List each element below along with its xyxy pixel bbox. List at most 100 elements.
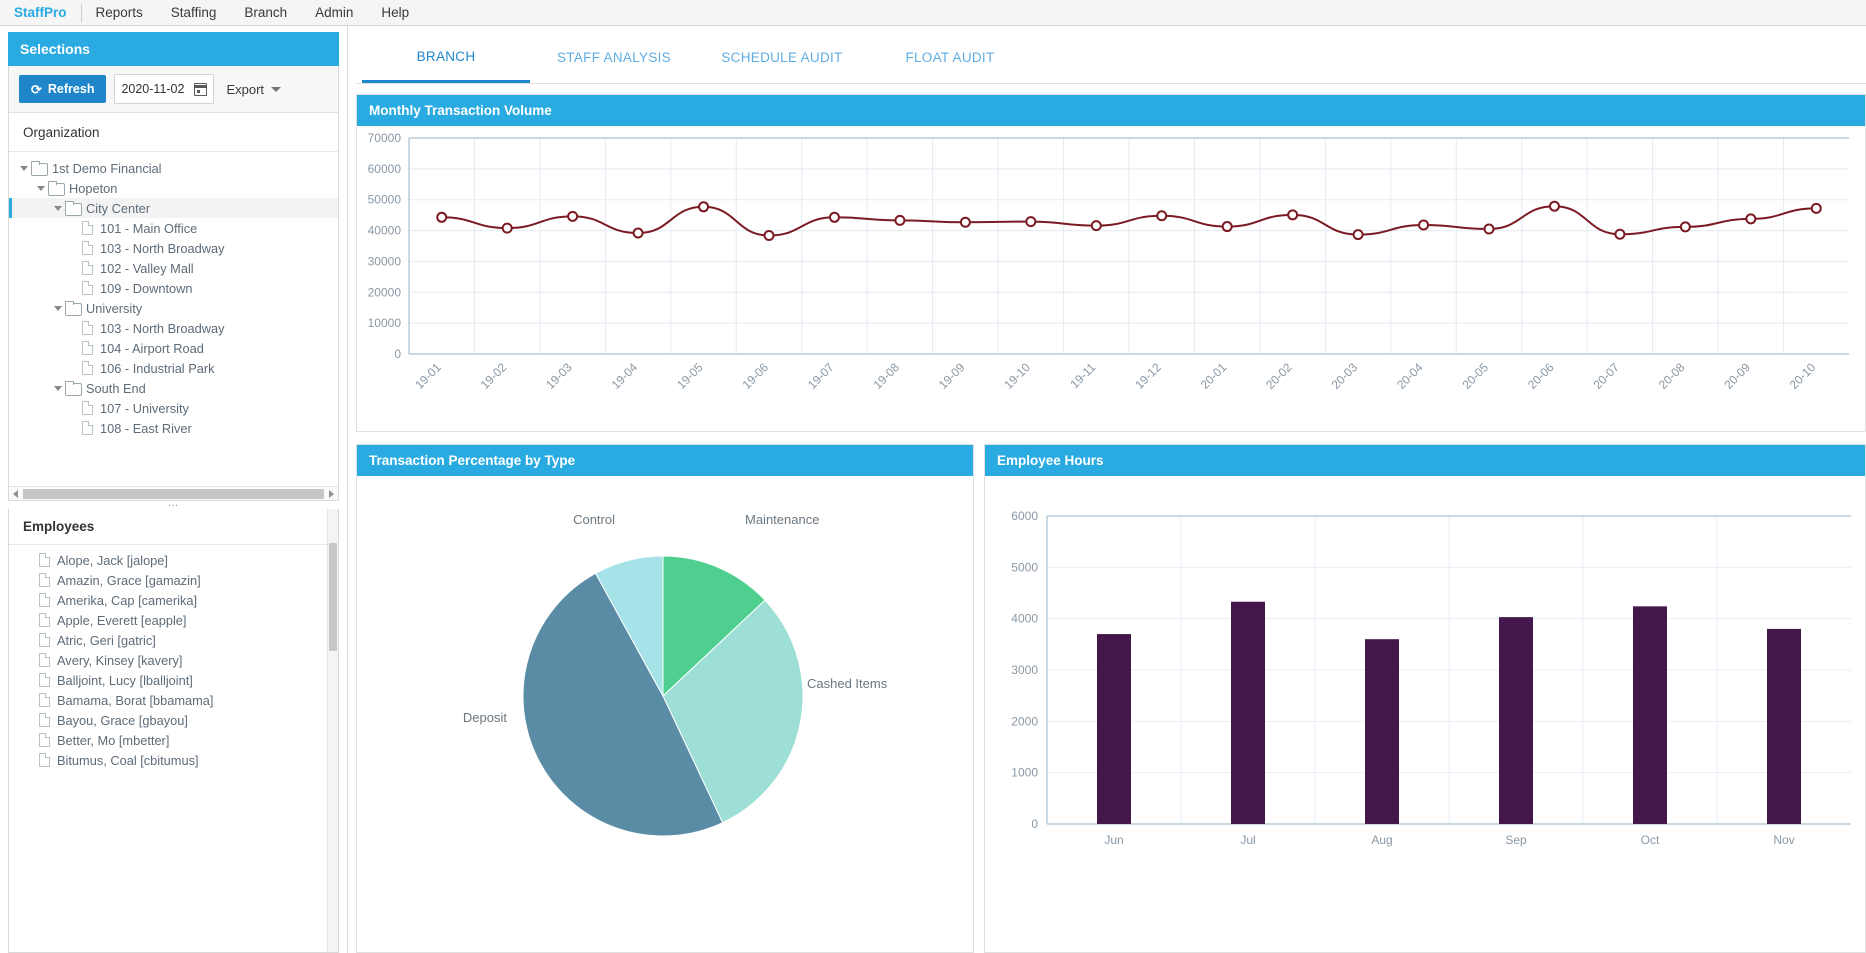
- y-axis-tick-label: 30000: [368, 254, 402, 268]
- employee-list-item[interactable]: Atric, Geri [gatric]: [9, 630, 338, 650]
- bar[interactable]: [1097, 634, 1131, 824]
- employee-list-item[interactable]: Alope, Jack [jalope]: [9, 550, 338, 570]
- line-data-point[interactable]: [1025, 216, 1037, 228]
- menu-item-help[interactable]: Help: [367, 0, 423, 26]
- line-data-point[interactable]: [1745, 213, 1757, 225]
- panel-splitter[interactable]: …: [8, 498, 339, 509]
- tab-label: SCHEDULE AUDIT: [721, 50, 843, 65]
- line-data-point[interactable]: [1352, 229, 1364, 241]
- line-data-point[interactable]: [959, 216, 971, 228]
- line-data-point[interactable]: [567, 210, 579, 222]
- line-data-point[interactable]: [894, 214, 906, 226]
- employee-name: Bamama, Borat [bbamama]: [57, 692, 214, 708]
- line-data-point[interactable]: [632, 227, 644, 239]
- tree-item[interactable]: University: [9, 298, 338, 318]
- tab-bar[interactable]: BRANCH STAFF ANALYSIS SCHEDULE AUDIT FLOAT …: [356, 32, 1866, 84]
- line-data-point[interactable]: [1156, 210, 1168, 222]
- line-data-point[interactable]: [1810, 202, 1822, 214]
- tree-item[interactable]: City Center: [9, 198, 338, 218]
- tree-toggle-icon[interactable]: [34, 185, 48, 191]
- tree-item[interactable]: 103 - North Broadway: [9, 238, 338, 258]
- export-dropdown[interactable]: Export: [222, 82, 282, 97]
- tree-toggle-icon[interactable]: [51, 305, 65, 311]
- tree-item[interactable]: 101 - Main Office: [9, 218, 338, 238]
- employee-name: Bayou, Grace [gbayou]: [57, 712, 188, 728]
- bar[interactable]: [1633, 606, 1667, 824]
- employee-list-item[interactable]: Amazin, Grace [gamazin]: [9, 570, 338, 590]
- employee-list-item[interactable]: Amerika, Cap [camerika]: [9, 590, 338, 610]
- tree-item-label: Hopeton: [69, 180, 118, 196]
- line-data-point[interactable]: [1548, 200, 1560, 212]
- scroll-right-icon[interactable]: [329, 489, 334, 498]
- tab-float-audit[interactable]: FLOAT AUDIT: [866, 32, 1034, 83]
- bar[interactable]: [1231, 601, 1265, 824]
- calendar-icon[interactable]: [194, 82, 208, 96]
- app-brand[interactable]: StaffPro: [8, 3, 82, 22]
- tree-item[interactable]: 109 - Downtown: [9, 278, 338, 298]
- line-data-point[interactable]: [1418, 219, 1430, 231]
- employee-list-item[interactable]: Bitumus, Coal [cbitumus]: [9, 750, 338, 770]
- scroll-thumb[interactable]: [23, 488, 324, 499]
- x-axis-tick-label: 20-04: [1394, 360, 1426, 392]
- employee-list-item[interactable]: Bamama, Borat [bbamama]: [9, 690, 338, 710]
- employee-list-item[interactable]: Better, Mo [mbetter]: [9, 730, 338, 750]
- document-icon: [39, 733, 50, 747]
- tree-item[interactable]: 107 - University: [9, 398, 338, 418]
- tree-horizontal-scrollbar[interactable]: [9, 486, 338, 500]
- tree-item[interactable]: 108 - East River: [9, 418, 338, 438]
- employee-list-item[interactable]: Avery, Kinsey [kavery]: [9, 650, 338, 670]
- line-data-point[interactable]: [1483, 223, 1495, 235]
- organization-tree[interactable]: 1st Demo Financial Hopeton City Center 101 …: [9, 152, 338, 482]
- tree-toggle-icon[interactable]: [51, 205, 65, 211]
- scroll-left-icon[interactable]: [13, 489, 18, 498]
- line-data-point[interactable]: [828, 211, 840, 223]
- bar[interactable]: [1365, 639, 1399, 824]
- employees-scroll-thumb[interactable]: [329, 543, 337, 651]
- document-icon: [39, 673, 50, 687]
- tab-branch[interactable]: BRANCH: [362, 32, 530, 83]
- line-data-point[interactable]: [1221, 221, 1233, 233]
- line-data-point[interactable]: [436, 211, 448, 223]
- tree-toggle-icon[interactable]: [17, 165, 31, 171]
- tree-item[interactable]: 104 - Airport Road: [9, 338, 338, 358]
- refresh-button[interactable]: ⟳ Refresh: [19, 75, 107, 103]
- menu-item-staffing[interactable]: Staffing: [157, 0, 231, 26]
- tree-item[interactable]: 1st Demo Financial: [9, 158, 338, 178]
- line-data-point[interactable]: [501, 222, 513, 234]
- x-axis-tick-label: 19-08: [870, 360, 902, 392]
- menu-item-branch[interactable]: Branch: [230, 0, 301, 26]
- pie-chart[interactable]: Maintenance Cashed Items Deposit Control: [357, 476, 973, 876]
- menu-item-reports[interactable]: Reports: [82, 0, 157, 26]
- x-axis-tick-label: 20-03: [1329, 360, 1361, 392]
- line-data-point[interactable]: [1614, 228, 1626, 240]
- bar[interactable]: [1499, 617, 1533, 824]
- tree-toggle-icon[interactable]: [51, 385, 65, 391]
- bar-chart[interactable]: 0 1000 2000 3000 4000 5000 6000 Jun Jul Aug Sep Oct…: [985, 476, 1865, 876]
- employee-list-item[interactable]: Apple, Everett [eapple]: [9, 610, 338, 630]
- employees-list[interactable]: Alope, Jack [jalope] Amazin, Grace [gamaz…: [9, 545, 338, 952]
- line-data-point[interactable]: [698, 201, 710, 213]
- employee-list-item[interactable]: Balljoint, Lucy [lballjoint]: [9, 670, 338, 690]
- tree-item[interactable]: Hopeton: [9, 178, 338, 198]
- pie-slice-label: Maintenance: [745, 512, 819, 527]
- tree-item[interactable]: 102 - Valley Mall: [9, 258, 338, 278]
- tree-item[interactable]: 103 - North Broadway: [9, 318, 338, 338]
- pie-slice-label: Deposit: [463, 710, 507, 725]
- employee-name: Atric, Geri [gatric]: [57, 632, 156, 648]
- tab-staff-analysis[interactable]: STAFF ANALYSIS: [530, 32, 698, 83]
- line-data-point[interactable]: [1287, 209, 1299, 221]
- tree-item[interactable]: 106 - Industrial Park: [9, 358, 338, 378]
- menu-item-admin[interactable]: Admin: [301, 0, 367, 26]
- tab-schedule-audit[interactable]: SCHEDULE AUDIT: [698, 32, 866, 83]
- date-input[interactable]: 2020-11-02: [114, 74, 215, 104]
- bar[interactable]: [1767, 628, 1801, 824]
- x-axis-tick-label: Aug: [1371, 833, 1392, 847]
- line-data-point[interactable]: [1090, 220, 1102, 232]
- y-axis-tick-label: 0: [394, 347, 401, 361]
- line-chart[interactable]: 0 10000 20000 30000 40000 50000 60000 70000 19-0…: [357, 126, 1857, 426]
- line-data-point[interactable]: [763, 230, 775, 242]
- tree-item[interactable]: South End: [9, 378, 338, 398]
- line-data-point[interactable]: [1679, 221, 1691, 233]
- employee-list-item[interactable]: Bayou, Grace [gbayou]: [9, 710, 338, 730]
- employees-vertical-scrollbar[interactable]: [327, 509, 338, 952]
